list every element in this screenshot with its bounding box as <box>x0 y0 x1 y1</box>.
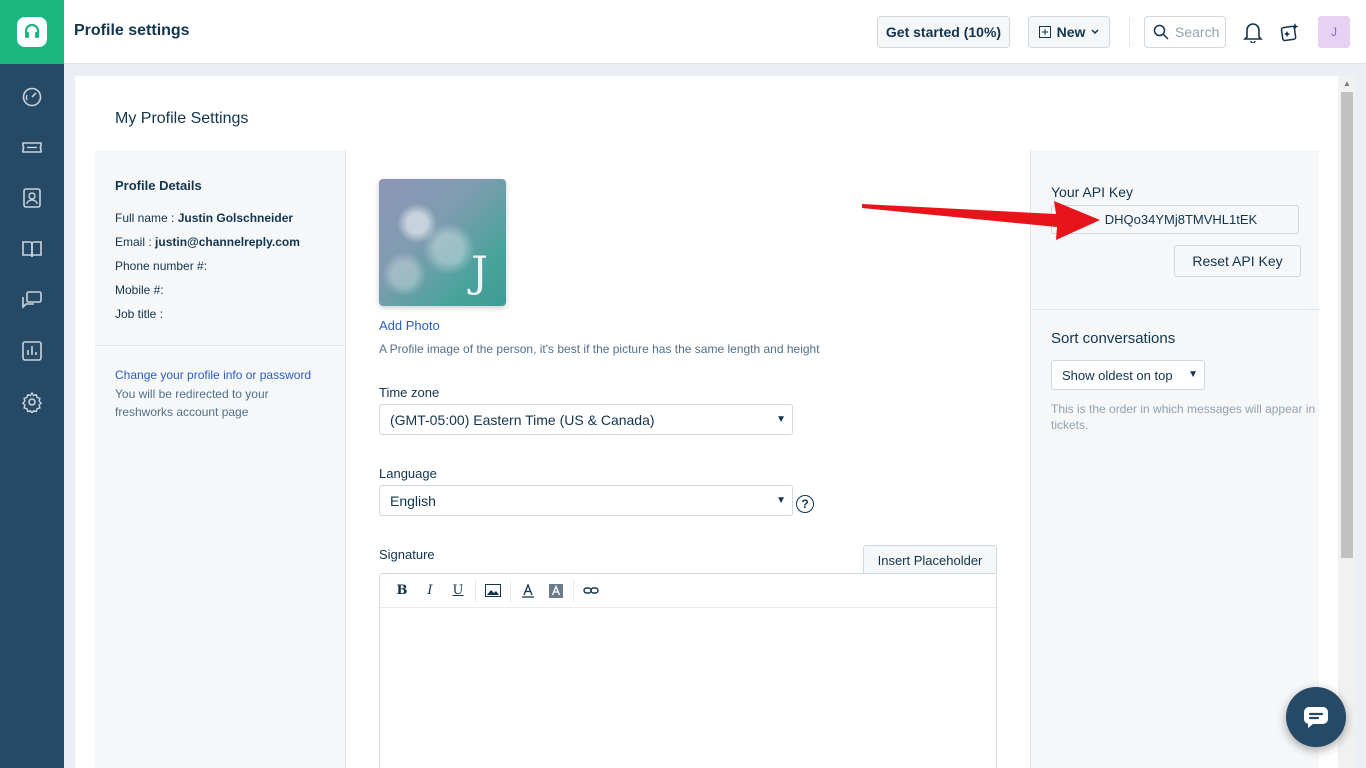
scroll-thumb[interactable] <box>1341 92 1353 558</box>
change-profile-link[interactable]: Change your profile info or password <box>115 368 311 382</box>
bold-button[interactable]: B <box>388 579 416 603</box>
ticket-icon[interactable] <box>20 135 44 159</box>
underline-button[interactable]: U <box>444 579 472 603</box>
profile-photo[interactable]: J <box>379 179 506 306</box>
language-select[interactable]: English ▼ <box>379 485 793 516</box>
email-value: justin@channelreply.com <box>155 235 300 249</box>
timezone-label: Time zone <box>379 385 440 400</box>
photo-initial: J <box>471 247 488 296</box>
card-title: My Profile Settings <box>115 110 249 127</box>
search-placeholder: Search <box>1175 24 1220 40</box>
page-title: Profile settings <box>74 22 190 39</box>
chat-widget-button[interactable] <box>1286 687 1346 747</box>
background-color-icon[interactable] <box>542 579 570 603</box>
help-icon[interactable]: ? <box>796 495 814 513</box>
job-title-label: Job title : <box>115 307 164 321</box>
caret-down-icon: ▼ <box>776 414 786 425</box>
headset-logo-icon <box>17 17 47 47</box>
profile-details-panel: Profile Details Full name : Justin Golsc… <box>95 150 346 768</box>
chevron-down-icon <box>1091 29 1099 35</box>
toolbar-divider <box>475 579 476 602</box>
sort-conversations-title: Sort conversations <box>1051 330 1176 347</box>
sort-order-value: Show oldest on top <box>1062 367 1173 383</box>
user-avatar[interactable]: J <box>1318 16 1350 48</box>
chat-icon[interactable] <box>20 288 44 312</box>
redirect-note: You will be redirected to your freshwork… <box>115 387 269 419</box>
red-arrow-annotation <box>862 201 1100 240</box>
settings-icon[interactable] <box>20 390 44 414</box>
bell-icon[interactable] <box>1241 20 1265 44</box>
contacts-icon[interactable] <box>20 186 44 210</box>
link-icon[interactable] <box>577 579 605 603</box>
editor-toolbar: B I U <box>380 574 996 608</box>
full-name-row: Full name : Justin Golschneider <box>115 211 293 225</box>
new-button[interactable]: New <box>1028 16 1110 48</box>
divider <box>95 345 346 346</box>
caret-down-icon: ▼ <box>776 495 786 506</box>
plus-square-icon <box>1038 26 1051 38</box>
language-value: English <box>390 492 436 509</box>
language-label: Language <box>379 466 437 481</box>
italic-button[interactable]: I <box>416 579 444 603</box>
page-scrollbar[interactable]: ▲ <box>1338 76 1356 768</box>
reports-icon[interactable] <box>20 339 44 363</box>
divider <box>1031 309 1320 310</box>
add-photo-link[interactable]: Add Photo <box>379 318 440 333</box>
signature-editor[interactable]: B I U <box>379 573 997 768</box>
profile-details-title: Profile Details <box>115 178 202 193</box>
full-name-value: Justin Golschneider <box>177 211 294 225</box>
font-color-icon[interactable] <box>514 579 542 603</box>
app-logo[interactable] <box>0 0 64 64</box>
reset-api-key-button[interactable]: Reset API Key <box>1174 245 1301 277</box>
scroll-up-arrow-icon[interactable]: ▲ <box>1338 76 1356 90</box>
email-label: Email : <box>115 235 152 249</box>
top-header: Profile settings Get started (10%) New S… <box>64 0 1366 64</box>
email-row: Email : justin@channelreply.com <box>115 235 300 249</box>
dashboard-icon[interactable] <box>20 85 44 109</box>
left-navigation <box>0 0 64 768</box>
timezone-select[interactable]: (GMT-05:00) Eastern Time (US & Canada) ▼ <box>379 404 793 435</box>
get-started-button[interactable]: Get started (10%) <box>877 16 1010 48</box>
sort-order-select[interactable]: Show oldest on top ▼ <box>1051 360 1205 390</box>
caret-down-icon: ▼ <box>1188 369 1198 380</box>
image-icon[interactable] <box>479 579 507 603</box>
timezone-value: (GMT-05:00) Eastern Time (US & Canada) <box>390 411 655 428</box>
signature-label: Signature <box>379 547 435 562</box>
phone-label: Phone number #: <box>115 259 208 273</box>
header-divider <box>1129 18 1130 46</box>
full-name-label: Full name : <box>115 211 175 225</box>
chat-bubble-icon <box>1304 707 1328 728</box>
sort-note: This is the order in which messages will… <box>1051 402 1316 432</box>
toolbar-divider <box>573 579 574 602</box>
mobile-label: Mobile #: <box>115 283 164 297</box>
ai-sparkle-icon[interactable] <box>1278 20 1302 44</box>
search-icon <box>1153 24 1169 40</box>
profile-settings-card: My Profile Settings Profile Details Full… <box>75 76 1338 768</box>
new-button-label: New <box>1056 24 1086 40</box>
book-icon[interactable] <box>20 237 44 261</box>
insert-placeholder-button[interactable]: Insert Placeholder <box>863 545 997 575</box>
photo-note: A Profile image of the person, it's best… <box>379 342 820 356</box>
search-input[interactable]: Search <box>1144 16 1226 48</box>
toolbar-divider <box>510 579 511 602</box>
